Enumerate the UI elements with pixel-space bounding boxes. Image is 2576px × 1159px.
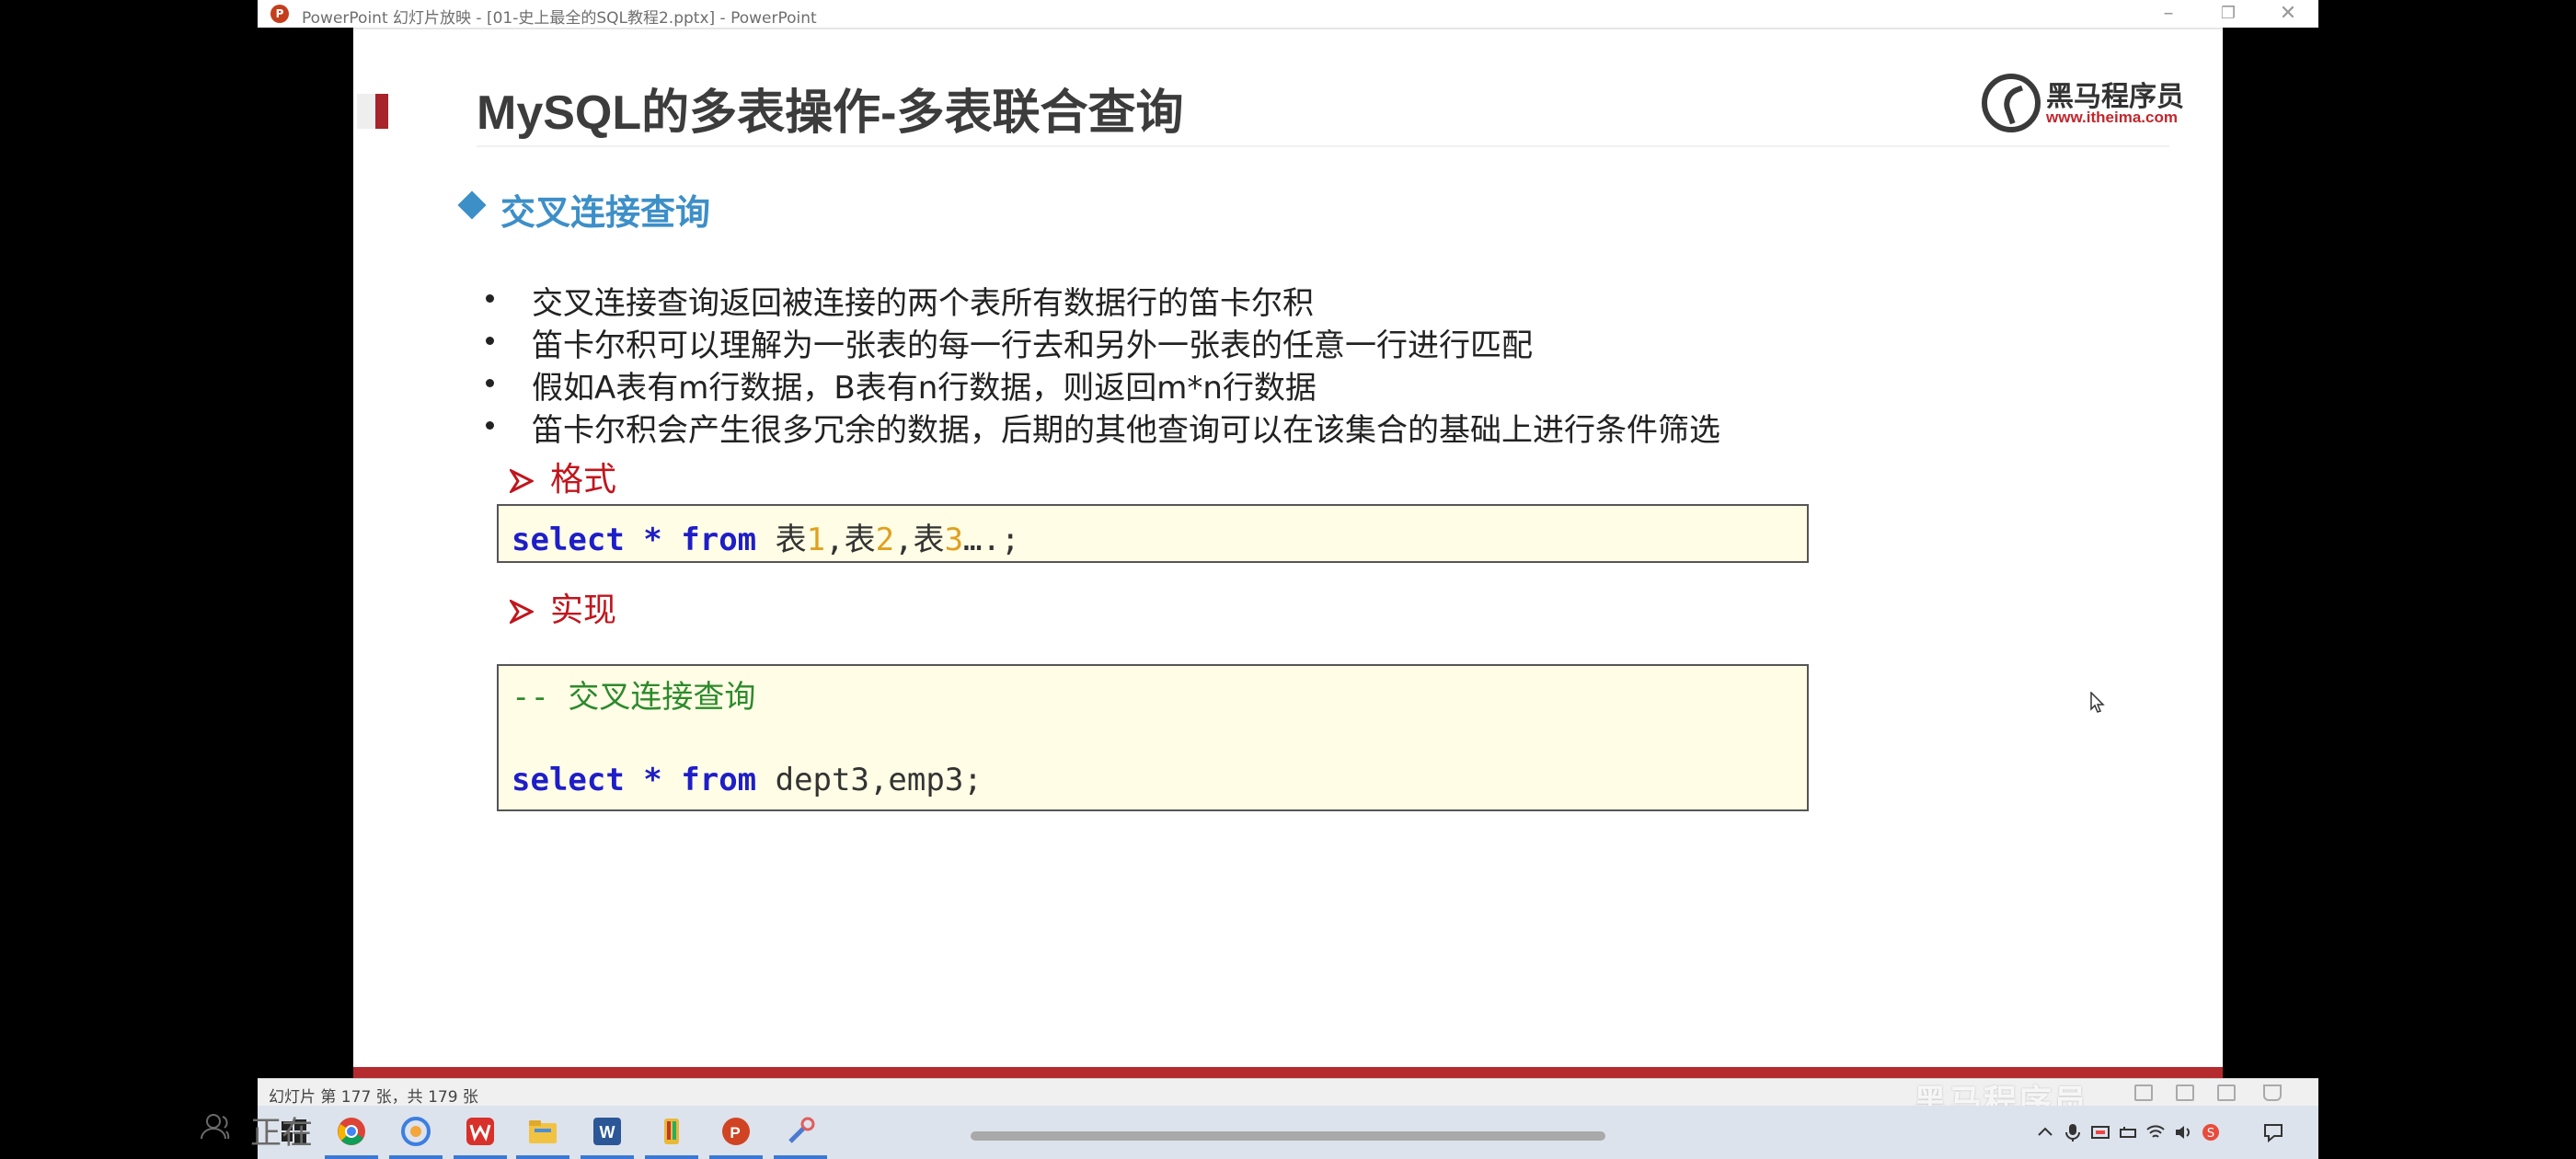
slide-sorter-icon[interactable]	[2176, 1084, 2194, 1101]
powerpoint-window: P PowerPoint 幻灯片放映 - [01-史上最全的SQL教程2.ppt…	[258, 0, 2318, 1121]
usb-icon[interactable]	[2118, 1122, 2138, 1142]
title-accent-bar	[375, 94, 388, 129]
network-icon[interactable]	[2090, 1122, 2110, 1142]
normal-view-icon[interactable]	[2134, 1084, 2153, 1101]
reading-view-icon[interactable]	[2217, 1084, 2236, 1101]
tools-icon[interactable]	[785, 1116, 816, 1147]
horse-logo-icon	[1982, 74, 2041, 132]
format-code-box: select * from 表1,表2,表3….;	[497, 504, 1809, 563]
active-indicator	[454, 1155, 507, 1159]
slide-counter: 幻灯片 第 177 张，共 179 张	[269, 1088, 478, 1107]
active-indicator	[389, 1155, 443, 1159]
active-indicator	[516, 1155, 569, 1159]
bullet-text: 假如A表有m行数据，B表有n行数据，则返回m*n行数据	[532, 370, 1317, 407]
code-comment: -- 交叉连接查询	[512, 679, 756, 716]
svg-text:W: W	[600, 1123, 615, 1142]
title-bar: P PowerPoint 幻灯片放映 - [01-史上最全的SQL教程2.ppt…	[258, 0, 2318, 28]
volume-icon[interactable]	[2173, 1122, 2193, 1142]
logo-url: www.itheima.com	[2046, 109, 2178, 126]
active-indicator	[709, 1155, 763, 1159]
input-method-icon[interactable]: S	[2201, 1122, 2221, 1142]
close-button[interactable]: ✕	[2259, 0, 2317, 28]
taskbar: W P S	[258, 1106, 2318, 1159]
mouse-cursor-icon	[2090, 692, 2105, 713]
overlay-caption: 正在	[250, 1115, 313, 1152]
maximize-button[interactable]: ❐	[2199, 0, 2258, 28]
active-indicator	[325, 1155, 378, 1159]
svg-text:S: S	[2207, 1127, 2214, 1141]
wps-icon[interactable]	[465, 1116, 496, 1147]
impl-heading-text: 实现	[550, 591, 617, 629]
format-code-line: select * from 表1,表2,表3….;	[512, 522, 1020, 558]
bullet-text: 笛卡尔积会产生很多冗余的数据，后期的其他查询可以在该集合的基础上进行条件筛选	[532, 412, 1720, 449]
chrome-icon[interactable]	[336, 1116, 367, 1147]
arrow-bullet-icon	[510, 600, 534, 624]
bullet-dot-icon	[486, 337, 494, 345]
impl-heading: 实现	[510, 583, 616, 631]
impl-code-line: select * from dept3,emp3;	[512, 762, 983, 798]
powerpoint-icon[interactable]: P	[720, 1116, 752, 1147]
status-bar: 幻灯片 第 177 张，共 179 张 黑马程序员	[258, 1078, 2318, 1121]
browser-icon[interactable]	[400, 1116, 431, 1147]
bullet-dot-icon	[486, 421, 494, 430]
bullet-dot-icon	[486, 294, 494, 303]
title-accent-shadow	[357, 94, 375, 129]
file-explorer-icon[interactable]	[527, 1116, 558, 1147]
svg-text:P: P	[730, 1124, 740, 1142]
horizontal-scrollbar[interactable]	[971, 1131, 1605, 1141]
impl-code-box: -- 交叉连接查询 select * from dept3,emp3;	[497, 664, 1809, 811]
slideshow-view-icon[interactable]	[2263, 1084, 2282, 1101]
slide-top-divider	[353, 28, 2223, 29]
section-title: 交叉连接查询	[500, 192, 711, 233]
window-title: PowerPoint 幻灯片放映 - [01-史上最全的SQL教程2.pptx]…	[302, 9, 817, 28]
notifications-icon[interactable]	[2263, 1122, 2283, 1142]
people-icon	[201, 1114, 230, 1140]
powerpoint-app-icon[interactable]: P	[270, 5, 289, 23]
word-icon[interactable]: W	[592, 1116, 623, 1147]
paint-icon[interactable]	[656, 1116, 687, 1147]
bullet-text: 交叉连接查询返回被连接的两个表所有数据行的笛卡尔积	[532, 285, 1314, 322]
wifi-icon[interactable]	[2145, 1122, 2166, 1142]
active-indicator	[581, 1155, 634, 1159]
bullet-text: 笛卡尔积可以理解为一张表的每一行去和另外一张表的任意一行进行匹配	[532, 327, 1533, 364]
title-divider	[477, 145, 2169, 147]
bullet-dot-icon	[486, 379, 494, 387]
microphone-icon[interactable]	[2063, 1122, 2083, 1142]
slide-title: MySQL的多表操作-多表联合查询	[477, 86, 1184, 140]
format-heading-text: 格式	[550, 461, 617, 499]
active-indicator	[645, 1155, 698, 1159]
active-indicator	[774, 1155, 827, 1159]
format-heading: 格式	[510, 453, 616, 500]
minimize-button[interactable]: –	[2139, 0, 2198, 28]
diamond-bullet-icon	[457, 190, 487, 220]
slide[interactable]: MySQL的多表操作-多表联合查询 黑马程序员 www.itheima.com …	[353, 28, 2223, 1078]
arrow-bullet-icon	[510, 469, 534, 493]
itheima-logo: 黑马程序员 www.itheima.com	[1982, 72, 2184, 136]
chevron-up-icon[interactable]	[2035, 1122, 2055, 1142]
